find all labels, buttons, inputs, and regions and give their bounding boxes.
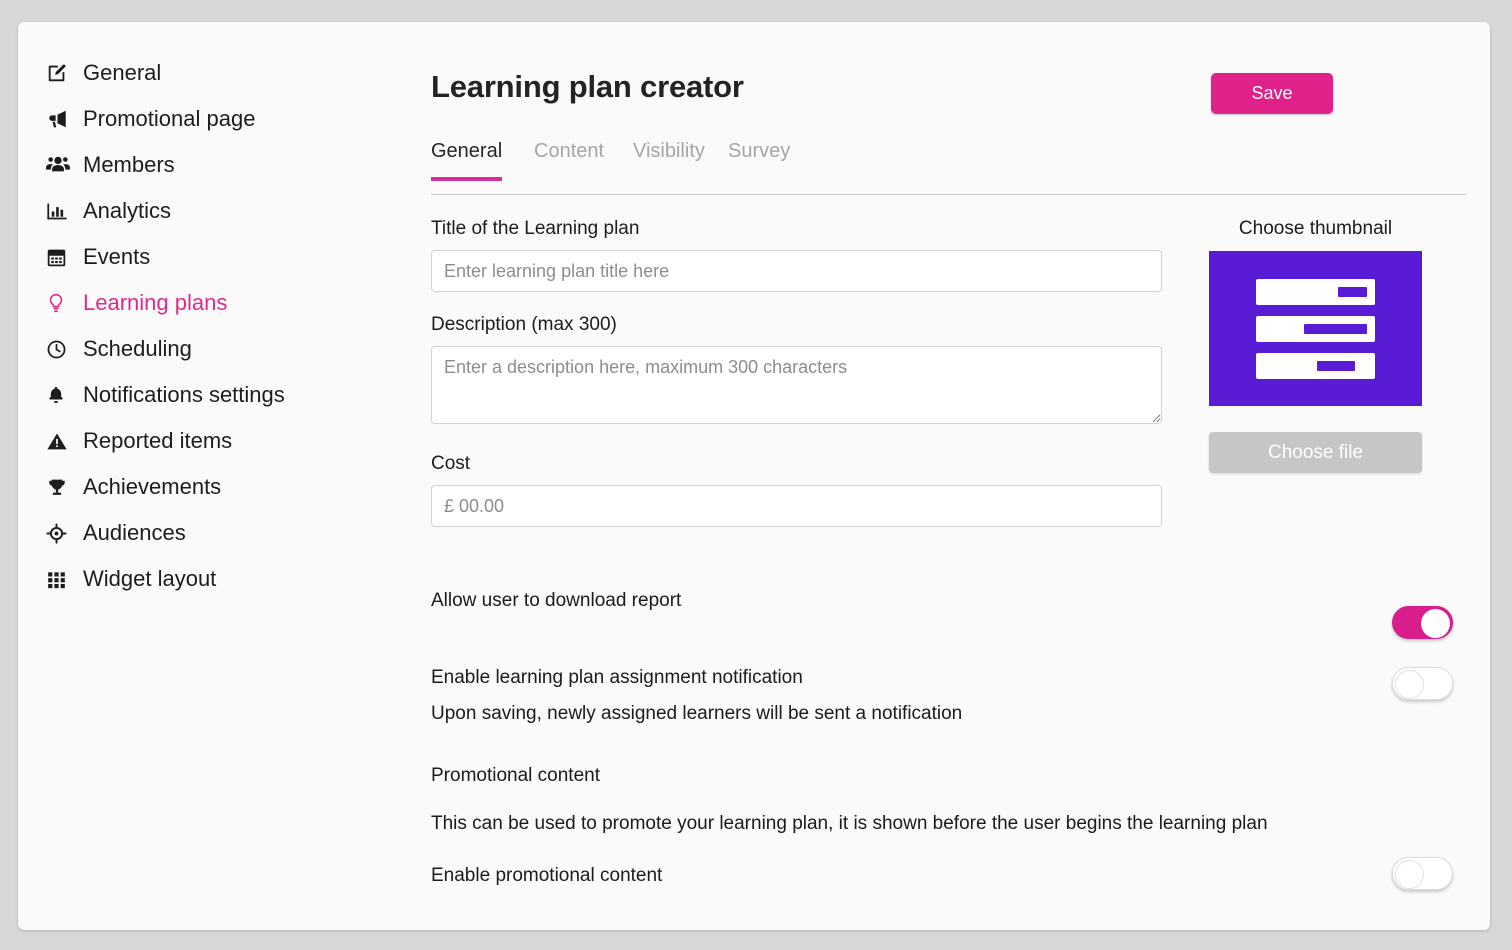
tab-survey[interactable]: Survey: [728, 140, 790, 177]
save-button[interactable]: Save: [1211, 73, 1333, 114]
sidebar-item-label: Scheduling: [83, 336, 192, 361]
title-field-label: Title of the Learning plan: [431, 218, 640, 239]
crosshair-icon: [46, 521, 74, 545]
assignment-notification-label: Enable learning plan assignment notifica…: [431, 667, 803, 688]
sidebar-item-label: Audiences: [83, 520, 186, 545]
sidebar-item-promotional-page[interactable]: Promotional page: [18, 96, 398, 142]
toggle-knob: [1395, 670, 1424, 699]
bar-chart-icon: [46, 199, 74, 223]
tab-bar: General Content Visibility Survey: [431, 140, 1466, 195]
grid-icon: [46, 567, 74, 591]
calendar-icon: [46, 245, 74, 269]
sidebar-item-general[interactable]: General: [18, 50, 398, 96]
trophy-icon: [46, 475, 74, 499]
sidebar-item-reported-items[interactable]: Reported items: [18, 418, 398, 464]
setting-row-promotional-content: Promotional content This can be used to …: [431, 765, 1466, 835]
sidebar-item-label: Events: [83, 244, 151, 269]
sidebar-item-label: Widget layout: [83, 566, 217, 591]
general-form: Title of the Learning plan Description (…: [431, 218, 1162, 527]
promotional-content-description: This can be used to promote your learnin…: [431, 813, 1268, 834]
thumbnail-preview-image: [1209, 251, 1422, 406]
sidebar-item-label: General: [83, 60, 162, 85]
cost-field-label: Cost: [431, 453, 471, 474]
thumbnail-bar: [1256, 316, 1375, 342]
main-content: Learning plan creator Save General Conte…: [398, 22, 1490, 930]
sidebar: General Promotional page Members Analyti…: [18, 22, 398, 930]
sidebar-item-learning-plans[interactable]: Learning plans: [18, 280, 398, 326]
sidebar-item-label: Learning plans: [83, 290, 228, 315]
cost-input[interactable]: [431, 485, 1162, 527]
lightbulb-icon: [46, 291, 74, 315]
tab-content[interactable]: Content: [534, 140, 604, 177]
sidebar-item-scheduling[interactable]: Scheduling: [18, 326, 398, 372]
clock-icon: [46, 337, 74, 361]
page-title: Learning plan creator: [431, 68, 744, 104]
sidebar-item-achievements[interactable]: Achievements: [18, 464, 398, 510]
sidebar-item-notifications-settings[interactable]: Notifications settings: [18, 372, 398, 418]
thumbnail-bar-pip: [1317, 361, 1355, 371]
sidebar-item-events[interactable]: Events: [18, 234, 398, 280]
edit-square-icon: [46, 61, 74, 85]
sidebar-item-label: Analytics: [83, 198, 172, 223]
thumbnail-bar: [1256, 353, 1375, 379]
thumbnail-bar-pip: [1304, 324, 1367, 334]
warning-triangle-icon: [46, 429, 74, 453]
sidebar-item-label: Achievements: [83, 474, 222, 499]
title-input[interactable]: [431, 250, 1162, 292]
sidebar-item-label: Promotional page: [83, 106, 256, 131]
enable-promotional-content-toggle[interactable]: [1392, 857, 1453, 890]
tab-general[interactable]: General: [431, 140, 503, 181]
sidebar-item-widget-layout[interactable]: Widget layout: [18, 556, 398, 602]
tab-visibility[interactable]: Visibility: [633, 140, 705, 177]
choose-file-button[interactable]: Choose file: [1209, 432, 1422, 473]
sidebar-item-audiences[interactable]: Audiences: [18, 510, 398, 556]
description-field-label: Description (max 300): [431, 314, 617, 335]
setting-row-enable-promotional-content: Enable promotional content: [431, 857, 1466, 905]
assignment-notification-sublabel: Upon saving, newly assigned learners wil…: [431, 703, 963, 724]
setting-row-allow-download-report: Allow user to download report: [431, 590, 1466, 639]
description-textarea[interactable]: [431, 346, 1162, 424]
enable-promotional-content-label: Enable promotional content: [431, 865, 663, 886]
settings-section: Allow user to download report Enable lea…: [431, 590, 1466, 905]
toggle-knob: [1395, 860, 1424, 889]
sidebar-item-label: Notifications settings: [83, 382, 285, 407]
thumbnail-bar: [1256, 279, 1375, 305]
megaphone-icon: [46, 107, 74, 131]
toggle-knob: [1421, 609, 1450, 638]
assignment-notification-toggle[interactable]: [1392, 667, 1453, 700]
promotional-content-heading: Promotional content: [431, 765, 600, 786]
thumbnail-panel: Choose thumbnail Choose file: [1198, 218, 1433, 473]
app-card: General Promotional page Members Analyti…: [18, 22, 1490, 930]
bell-icon: [46, 383, 74, 407]
setting-row-assignment-notification: Enable learning plan assignment notifica…: [431, 667, 1466, 725]
thumbnail-bar-pip: [1338, 287, 1367, 297]
sidebar-item-analytics[interactable]: Analytics: [18, 188, 398, 234]
sidebar-item-label: Reported items: [83, 428, 233, 453]
sidebar-item-members[interactable]: Members: [18, 142, 398, 188]
allow-download-report-label: Allow user to download report: [431, 590, 682, 611]
sidebar-item-label: Members: [83, 152, 175, 177]
users-icon: [46, 153, 74, 177]
choose-thumbnail-label: Choose thumbnail: [1238, 218, 1393, 239]
allow-download-report-toggle[interactable]: [1392, 606, 1453, 639]
